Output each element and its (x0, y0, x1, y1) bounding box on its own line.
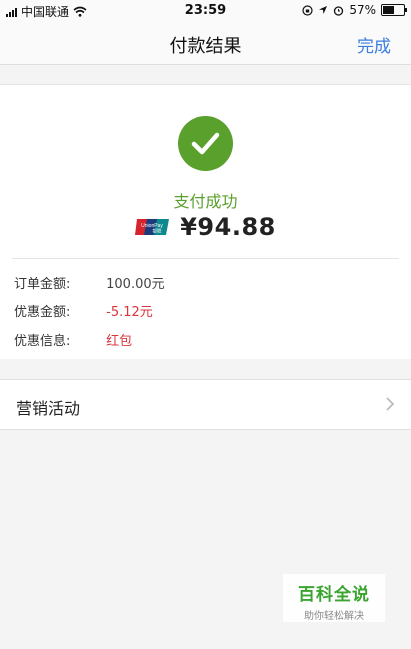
status-right: 57% (302, 3, 407, 17)
detail-row-order-amount: 订单金额: 100.00元 (14, 273, 165, 292)
divider (12, 258, 399, 259)
unionpay-icon: UnionPay 银联 (135, 219, 170, 235)
marketing-activity-row[interactable]: 营销活动 (0, 379, 411, 430)
payment-amount: ¥94.88 (180, 213, 276, 241)
detail-label: 优惠金额: (14, 305, 71, 320)
success-badge (178, 116, 233, 171)
location-icon (319, 6, 328, 14)
detail-value: 100.00元 (106, 277, 165, 292)
done-button[interactable]: 完成 (357, 32, 391, 57)
battery-icon (381, 4, 407, 16)
detail-label: 订单金额: (14, 277, 71, 292)
detail-value: 红包 (106, 334, 133, 349)
checkmark-icon (191, 132, 220, 155)
chevron-right-icon (386, 397, 395, 411)
alarm-icon (334, 5, 344, 16)
detail-row-discount-amount: 优惠金额: -5.12元 (14, 301, 153, 320)
marketing-activity-label: 营销活动 (16, 399, 81, 418)
payment-status: 支付成功 (173, 192, 238, 211)
status-bar: 中国联通 23:59 57% (0, 0, 411, 22)
svg-text:银联: 银联 (153, 228, 162, 235)
amount-row: UnionPay 银联 ¥94.88 (0, 213, 411, 241)
watermark-subtitle: 助你轻松解决 (304, 611, 364, 622)
svg-text:UnionPay: UnionPay (141, 223, 163, 229)
detail-value: -5.12元 (106, 305, 153, 320)
detail-row-discount-info: 优惠信息: 红包 (14, 330, 132, 349)
page-title: 付款结果 (169, 36, 242, 57)
watermark-logo: 百科全说 助你轻松解决 (283, 574, 385, 622)
lock-rotation-icon (302, 4, 313, 16)
nav-bar: 付款结果 完成 (0, 22, 411, 65)
payment-result-card: 支付成功 UnionPay 银联 ¥94.88 订单金额: 100.00元 优惠… (0, 84, 411, 359)
detail-label: 优惠信息: (14, 334, 71, 349)
watermark-title: 百科全说 (298, 585, 370, 605)
battery-percent: 57% (349, 3, 376, 17)
